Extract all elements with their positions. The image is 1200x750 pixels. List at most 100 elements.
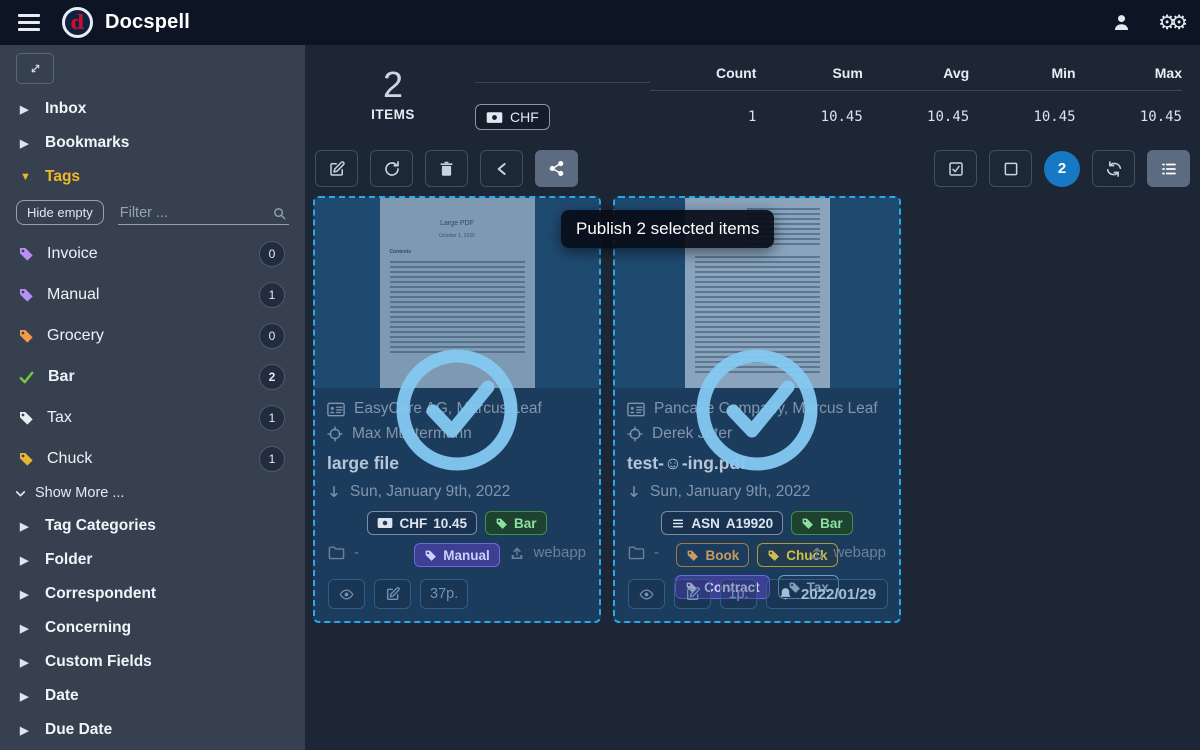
sidebar-item-bookmarks[interactable]: ▶ Bookmarks	[0, 126, 305, 160]
caret-right-icon: ▶	[20, 588, 30, 601]
items-count: 2	[333, 65, 453, 105]
expand-arrows-icon	[28, 61, 43, 76]
tag-badge-label: Bar	[820, 516, 843, 531]
crosshair-icon	[327, 426, 343, 442]
item-card[interactable]: Pancake Company, Marcus Leaf Derek Jeter…	[613, 196, 901, 623]
sidebar-item-tags[interactable]: ▼ Tags	[0, 160, 305, 194]
item-card[interactable]: Large PDF October 1, 2020 Contents EasyC…	[313, 196, 601, 623]
hide-empty-button[interactable]: Hide empty	[16, 200, 104, 225]
bell-icon	[778, 586, 793, 602]
tag-name: Bar	[48, 368, 75, 386]
tag-icon	[18, 246, 34, 262]
tag-count-badge: 1	[259, 446, 285, 472]
tag-name: Tax	[47, 409, 72, 427]
money-icon	[377, 517, 393, 529]
date-line: Sun, January 9th, 2022	[327, 483, 587, 501]
sidebar-item-correspondent[interactable]: ▶ Correspondent	[0, 577, 305, 611]
list-view-button[interactable]	[1147, 150, 1190, 187]
tag-count-badge: 2	[259, 364, 285, 390]
item-date: Sun, January 9th, 2022	[350, 483, 510, 501]
share-button[interactable]	[535, 150, 578, 187]
top-navbar: d Docspell ⚙⚙	[0, 0, 1200, 45]
thumb-date: October 1, 2020	[390, 233, 525, 239]
tag-count-badge: 0	[259, 241, 285, 267]
stat-min: 10.45	[969, 96, 1075, 125]
trash-icon	[438, 160, 455, 178]
stats-col-sum: Sum	[756, 65, 862, 91]
tag-badge-bar[interactable]: Bar	[485, 511, 547, 535]
money-icon	[486, 111, 503, 124]
sidebar-item-label: Date	[45, 687, 79, 705]
caret-right-icon: ▶	[20, 690, 30, 703]
preview-button[interactable]	[328, 579, 365, 609]
caret-down-icon: ▼	[20, 171, 30, 183]
docspell-logo: d	[62, 7, 93, 38]
settings-gears-icon[interactable]: ⚙⚙	[1158, 10, 1182, 35]
tag-badge-bar[interactable]: Bar	[791, 511, 853, 535]
tag-filter-input[interactable]: Filter ...	[118, 202, 289, 225]
show-more-label: Show More ...	[35, 485, 124, 501]
check-icon	[18, 369, 35, 386]
tag-name: Grocery	[47, 327, 104, 345]
sidebar-item-label: Folder	[45, 551, 92, 569]
show-more-link[interactable]: Show More ...	[0, 481, 305, 509]
sidebar-item-custom-fields[interactable]: ▶ Custom Fields	[0, 645, 305, 679]
stat-sum: 10.45	[756, 96, 862, 125]
caret-right-icon: ▶	[20, 554, 30, 567]
sidebar-item-label: Correspondent	[45, 585, 156, 603]
sidebar-item-due-date[interactable]: ▶Due Date	[0, 713, 305, 747]
sidebar-item-inbox[interactable]: ▶ Inbox	[0, 92, 305, 126]
reprocess-button[interactable]	[370, 150, 413, 187]
arrows-rotate-icon	[1105, 160, 1123, 178]
selected-check-icon	[694, 347, 820, 473]
thumb-title: Large PDF	[390, 220, 525, 227]
invert-selection-button[interactable]	[1092, 150, 1135, 187]
tag-item-manual[interactable]: Manual 1	[0, 276, 305, 314]
tag-item-grocery[interactable]: Grocery 0	[0, 317, 305, 355]
deselect-all-button[interactable]	[989, 150, 1032, 187]
folder-icon	[628, 545, 645, 560]
date-line: Sun, January 9th, 2022	[627, 483, 887, 501]
delete-button[interactable]	[425, 150, 468, 187]
sidebar-item-label: Custom Fields	[45, 653, 152, 671]
tag-name: Chuck	[47, 450, 92, 468]
sidebar-collapse-button[interactable]	[16, 53, 54, 84]
tag-item-tax[interactable]: Tax 1	[0, 399, 305, 437]
tag-item-bar-selected[interactable]: Bar 2	[0, 358, 305, 396]
sidebar-item-folder[interactable]: ▶ Folder	[0, 543, 305, 577]
sidebar-item-date[interactable]: ▶ Date	[0, 679, 305, 713]
user-icon[interactable]	[1111, 12, 1132, 33]
caret-right-icon: ▶	[20, 137, 30, 150]
source-value: webapp	[533, 544, 586, 561]
tag-item-invoice[interactable]: Invoice 0	[0, 235, 305, 273]
edit-selected-button[interactable]	[315, 150, 358, 187]
due-date-badge: 2022/01/29	[766, 579, 888, 609]
tag-count-badge: 1	[259, 282, 285, 308]
arrow-down-icon	[327, 484, 341, 500]
edit-item-button[interactable]	[674, 579, 711, 609]
stat-max: 10.45	[1076, 96, 1182, 125]
app-title: Docspell	[105, 11, 190, 34]
select-all-button[interactable]	[934, 150, 977, 187]
asn-badge: ASN A19920	[661, 511, 783, 535]
caret-right-icon: ▶	[20, 656, 30, 669]
tag-icon	[18, 287, 34, 303]
folder-value: -	[654, 544, 659, 561]
amount-value: 10.45	[433, 516, 467, 531]
bars-icon	[671, 517, 685, 530]
arrow-down-icon	[627, 484, 641, 500]
stat-count: 1	[650, 96, 756, 125]
publish-tooltip: Publish 2 selected items	[561, 210, 774, 248]
selected-check-icon	[394, 347, 520, 473]
merge-button[interactable]	[480, 150, 523, 187]
upload-icon	[509, 545, 525, 561]
menu-icon[interactable]	[18, 14, 40, 31]
action-toolbar: 2	[305, 130, 1200, 187]
sidebar-item-concerning[interactable]: ▶Concerning	[0, 611, 305, 645]
edit-item-button[interactable]	[374, 579, 411, 609]
page-count-badge: 1p.	[720, 579, 757, 609]
upload-icon	[809, 545, 825, 561]
tag-item-chuck[interactable]: Chuck 1	[0, 440, 305, 478]
sidebar-item-tag-categories[interactable]: ▶Tag Categories	[0, 509, 305, 543]
preview-button[interactable]	[628, 579, 665, 609]
